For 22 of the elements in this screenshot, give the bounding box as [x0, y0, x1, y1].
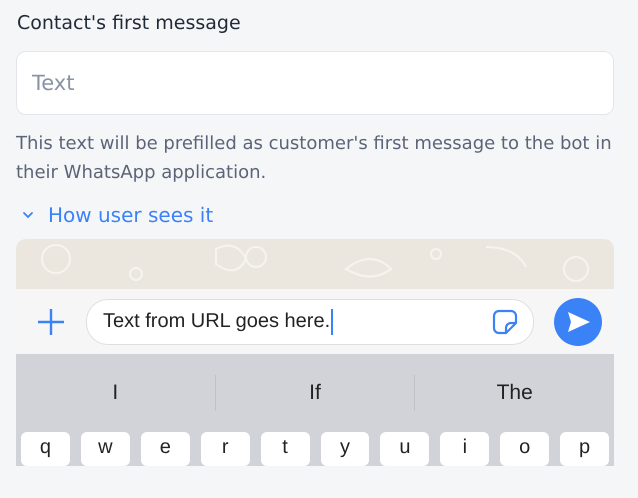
word-suggestion[interactable]: I: [16, 381, 215, 405]
field-label: Contact's first message: [17, 11, 242, 36]
keyboard-key[interactable]: u: [380, 432, 430, 466]
word-suggestion[interactable]: The: [415, 381, 614, 405]
keyboard-key[interactable]: i: [440, 432, 490, 466]
keyboard-key[interactable]: y: [320, 432, 370, 466]
keyboard-key[interactable]: p: [560, 432, 610, 466]
plus-icon[interactable]: [36, 306, 66, 336]
chevron-icon: [22, 211, 34, 219]
keyboard-key[interactable]: w: [80, 432, 130, 466]
word-suggestion[interactable]: If: [216, 381, 414, 405]
sticker-icon[interactable]: [491, 308, 519, 336]
keyboard-key[interactable]: r: [200, 432, 250, 466]
message-input-field[interactable]: Text from URL goes here.: [86, 298, 534, 344]
help-text: This text will be prefilled as customer's first message to the bot in their WhatsApp application.: [16, 132, 613, 185]
keyboard-key[interactable]: t: [260, 432, 310, 466]
keyboard-key[interactable]: o: [500, 432, 550, 466]
text-input-field[interactable]: Text: [16, 51, 614, 115]
keyboard-key[interactable]: e: [140, 432, 190, 466]
message-text: Text from URL goes here.: [103, 310, 330, 333]
send-button[interactable]: [554, 298, 602, 346]
keyboard-key[interactable]: q: [21, 432, 70, 466]
